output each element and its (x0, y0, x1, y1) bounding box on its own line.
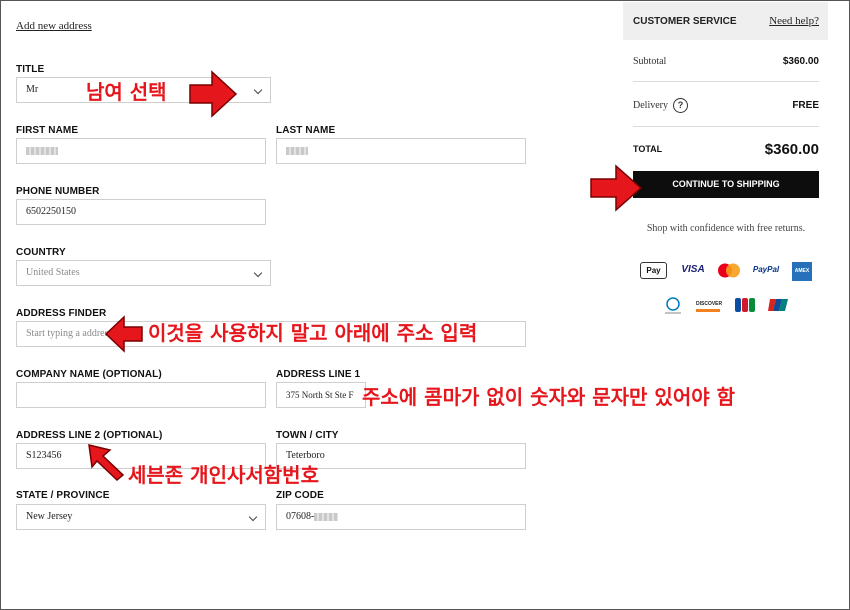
mastercard-icon (718, 263, 740, 278)
red-arrow-right-icon (590, 164, 643, 212)
blurred-zip-suffix (314, 512, 339, 521)
summary-divider (633, 126, 819, 127)
delivery-row: Delivery? FREE (633, 98, 819, 113)
address1-field[interactable]: 375 North St Ste F (276, 382, 366, 408)
blurred-last-name (286, 146, 308, 155)
country-value: United States (26, 267, 80, 278)
discover-icon: DISCOVER (696, 298, 723, 312)
zip-field[interactable]: 07608- (276, 504, 526, 530)
red-arrow-up-left-icon (88, 444, 125, 482)
delivery-value: FREE (792, 100, 819, 111)
annotation-address-note: 주소에 콤마가 없이 숫자와 문자만 있어야 함 (362, 385, 735, 409)
state-select[interactable]: New Jersey (16, 504, 266, 530)
zip-value: 07608- (286, 511, 315, 522)
phone-label: PHONE NUMBER (16, 186, 100, 197)
subtotal-row: Subtotal $360.00 (633, 56, 819, 67)
add-new-address-link[interactable]: Add new address (16, 20, 92, 32)
diners-club-icon (665, 297, 681, 314)
red-arrow-right-icon (189, 70, 238, 118)
annotation-finder-note: 이것을 사용하지 말고 아래에 주소 입력 (148, 321, 478, 345)
zip-label: ZIP CODE (276, 490, 324, 501)
title-value: Mr (26, 84, 39, 95)
visa-text: VISA (681, 264, 705, 275)
address2-label: ADDRESS LINE 2 (OPTIONAL) (16, 430, 163, 441)
need-help-link[interactable]: Need help? (769, 15, 819, 27)
chevron-down-icon (253, 268, 263, 278)
free-returns-text: Shop with confidence with free returns. (646, 223, 806, 234)
country-label: COUNTRY (16, 247, 66, 258)
state-label: STATE / PROVINCE (16, 490, 110, 501)
paypal-icon: PayPal (750, 262, 782, 279)
first-name-label: FIRST NAME (16, 125, 79, 136)
company-label: COMPANY NAME (OPTIONAL) (16, 369, 162, 380)
delivery-label: Delivery (633, 99, 668, 111)
blurred-first-name (26, 146, 58, 155)
address-finder-label: ADDRESS FINDER (16, 308, 107, 319)
company-field[interactable] (16, 382, 266, 408)
annotation-gender-select: 남여 선택 (86, 80, 167, 104)
unionpay-icon (768, 299, 788, 311)
apple-pay-text: Pay (646, 266, 661, 275)
paypal-text: PayPal (752, 265, 780, 274)
total-label: TOTAL (633, 144, 663, 154)
chevron-down-icon (253, 85, 263, 95)
subtotal-label: Subtotal (633, 56, 667, 67)
customer-service-title: CUSTOMER SERVICE (633, 16, 737, 27)
discover-text: DISCOVER (696, 301, 723, 307)
address1-label: ADDRESS LINE 1 (276, 369, 361, 380)
summary-divider (633, 81, 819, 82)
title-label: TITLE (16, 64, 45, 75)
total-value: $360.00 (764, 141, 819, 158)
last-name-field[interactable] (276, 138, 526, 164)
jcb-icon (735, 298, 755, 312)
question-circle-icon[interactable]: ? (673, 98, 688, 113)
annotation-customs-note: 세븐존 개인사서함번호 (128, 463, 319, 487)
continue-to-shipping-button[interactable]: CONTINUE TO SHIPPING (633, 171, 819, 198)
last-name-label: LAST NAME (276, 125, 336, 136)
total-row: TOTAL $360.00 (633, 141, 819, 158)
first-name-field[interactable] (16, 138, 266, 164)
visa-icon: VISA (678, 262, 708, 279)
red-arrow-left-icon (104, 315, 143, 353)
town-label: TOWN / CITY (276, 430, 339, 441)
state-value: New Jersey (26, 511, 73, 522)
customer-service-box: CUSTOMER SERVICE Need help? (623, 2, 828, 40)
apple-pay-icon: Pay (640, 262, 667, 279)
country-select[interactable]: United States (16, 260, 271, 286)
subtotal-value: $360.00 (782, 56, 819, 67)
amex-text: AMEX (794, 268, 810, 274)
chevron-down-icon (248, 512, 258, 522)
amex-icon: AMEX (792, 262, 812, 281)
phone-field[interactable]: 6502250150 (16, 199, 266, 225)
